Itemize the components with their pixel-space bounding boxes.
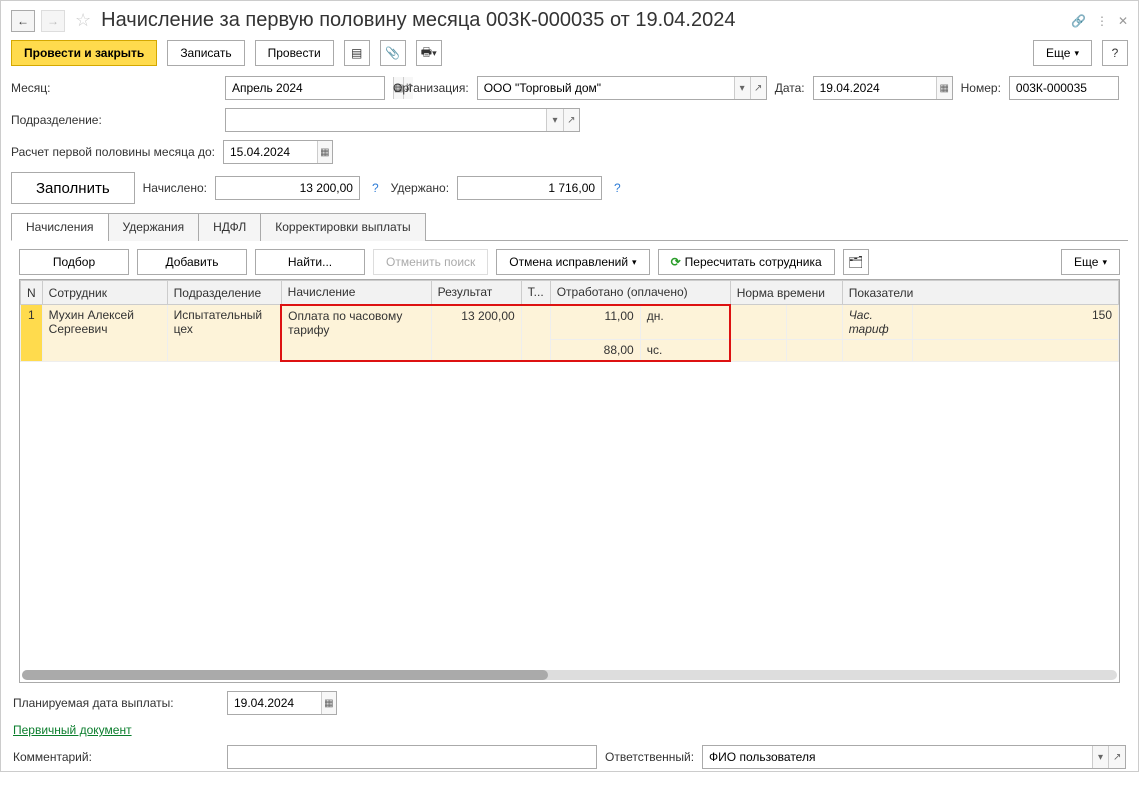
responsible-input[interactable]	[703, 746, 1092, 768]
dept-open-icon[interactable]: ↗	[563, 109, 579, 131]
date-label: Дата:	[775, 81, 805, 95]
col-result[interactable]: Результат	[431, 281, 521, 305]
tab-accruals[interactable]: Начисления	[11, 213, 109, 241]
cell-accrual: Оплата по часовому тарифу	[281, 305, 431, 362]
calc-until-label: Расчет первой половины месяца до:	[11, 145, 215, 159]
refresh-icon: ⟳	[671, 255, 681, 269]
attachment-icon[interactable]: 📎	[380, 40, 406, 66]
nav-forward-button: →	[41, 10, 65, 32]
add-button[interactable]: Добавить	[137, 249, 247, 275]
col-indicators[interactable]: Показатели	[842, 281, 1118, 305]
tab-ndfl[interactable]: НДФЛ	[198, 213, 261, 241]
close-icon[interactable]: ✕	[1118, 14, 1128, 28]
withheld-input[interactable]	[458, 177, 601, 199]
more-button[interactable]: Еще	[1033, 40, 1092, 66]
cell-ind4	[912, 340, 1118, 362]
cell-norm2	[786, 305, 842, 340]
planned-pay-label: Планируемая дата выплаты:	[13, 696, 219, 710]
col-accrual[interactable]: Начисление	[281, 281, 431, 305]
cell-n: 1	[21, 305, 43, 362]
date-picker-icon[interactable]: ▦	[936, 77, 952, 99]
cell-norm3	[730, 340, 786, 362]
org-input[interactable]	[478, 77, 734, 99]
comment-label: Комментарий:	[13, 750, 219, 764]
help-icon[interactable]: ?	[1102, 40, 1128, 66]
accrued-input[interactable]	[216, 177, 359, 199]
cell-days-unit: дн.	[640, 305, 730, 340]
cell-ind3	[842, 340, 912, 362]
number-label: Номер:	[961, 81, 1001, 95]
link-icon[interactable]: 🔗	[1071, 14, 1086, 28]
dept-input[interactable]	[226, 109, 546, 131]
primary-document-link[interactable]: Первичный документ	[13, 723, 132, 737]
comment-input[interactable]	[228, 746, 596, 768]
cell-dept: Испытательный цех	[167, 305, 281, 362]
date-input[interactable]	[814, 77, 936, 99]
planned-pay-picker-icon[interactable]: ▦	[321, 692, 336, 714]
kebab-menu-icon[interactable]: ⋮	[1096, 14, 1108, 28]
fill-button[interactable]: Заполнить	[11, 172, 135, 204]
calc-until-input[interactable]	[224, 141, 317, 163]
responsible-dropdown-icon[interactable]: ▾	[1092, 746, 1109, 768]
col-t[interactable]: Т...	[521, 281, 550, 305]
cell-hours-val: 88,00	[550, 340, 640, 362]
month-input[interactable]	[226, 77, 393, 99]
dept-dropdown-icon[interactable]: ▾	[546, 109, 562, 131]
withheld-help-icon[interactable]: ?	[614, 181, 621, 195]
cell-employee: Мухин Алексей Сергеевич	[42, 305, 167, 362]
cell-hours-unit: чс.	[640, 340, 730, 362]
dept-label: Подразделение:	[11, 113, 217, 127]
planned-pay-input[interactable]	[228, 692, 321, 714]
calc-until-picker-icon[interactable]: ▦	[317, 141, 332, 163]
responsible-open-icon[interactable]: ↗	[1108, 746, 1125, 768]
save-button[interactable]: Записать	[167, 40, 244, 66]
col-n[interactable]: N	[21, 281, 43, 305]
col-employee[interactable]: Сотрудник	[42, 281, 167, 305]
withheld-label: Удержано:	[391, 181, 449, 195]
tab-withholdings[interactable]: Удержания	[108, 213, 200, 241]
recalc-employee-button[interactable]: ⟳ Пересчитать сотрудника	[658, 249, 835, 275]
nav-back-button[interactable]: ←	[11, 10, 35, 32]
col-worked[interactable]: Отработано (оплачено)	[550, 281, 730, 305]
month-label: Месяц:	[11, 81, 217, 95]
cell-t	[521, 305, 550, 362]
responsible-label: Ответственный:	[605, 750, 694, 764]
org-open-icon[interactable]: ↗	[750, 77, 766, 99]
cell-days-val: 11,00	[550, 305, 640, 340]
accrued-label: Начислено:	[143, 181, 207, 195]
post-and-close-button[interactable]: Провести и закрыть	[11, 40, 157, 66]
org-dropdown-icon[interactable]: ▾	[734, 77, 750, 99]
cell-indicator-val: 150	[912, 305, 1118, 340]
cancel-find-button: Отменить поиск	[373, 249, 488, 275]
horizontal-scrollbar[interactable]	[22, 670, 1117, 680]
accrued-help-icon[interactable]: ?	[372, 181, 379, 195]
pick-button[interactable]: Подбор	[19, 249, 129, 275]
cell-norm1	[730, 305, 786, 340]
cancel-corrections-button[interactable]: Отмена исправлений	[496, 249, 649, 275]
post-button[interactable]: Провести	[255, 40, 334, 66]
print-dropdown-icon[interactable]: 🖶	[416, 40, 442, 66]
table-row[interactable]: 1 Мухин Алексей Сергеевич Испытательный …	[21, 305, 1119, 340]
report-icon[interactable]: ▤	[344, 40, 370, 66]
find-button[interactable]: Найти...	[255, 249, 365, 275]
page-title: Начисление за первую половину месяца 003…	[101, 9, 1065, 32]
favorite-star-icon[interactable]: ☆	[75, 10, 91, 31]
card-view-icon[interactable]: 🗂	[843, 249, 869, 275]
col-dept[interactable]: Подразделение	[167, 281, 281, 305]
org-label: Организация:	[393, 81, 469, 95]
cell-indicator-name: Час. тариф	[842, 305, 912, 340]
cell-result: 13 200,00	[431, 305, 521, 362]
col-norm[interactable]: Норма времени	[730, 281, 842, 305]
table-more-button[interactable]: Еще	[1061, 249, 1120, 275]
tab-corrections[interactable]: Корректировки выплаты	[260, 213, 425, 241]
number-input[interactable]	[1010, 77, 1118, 99]
cell-norm4	[786, 340, 842, 362]
